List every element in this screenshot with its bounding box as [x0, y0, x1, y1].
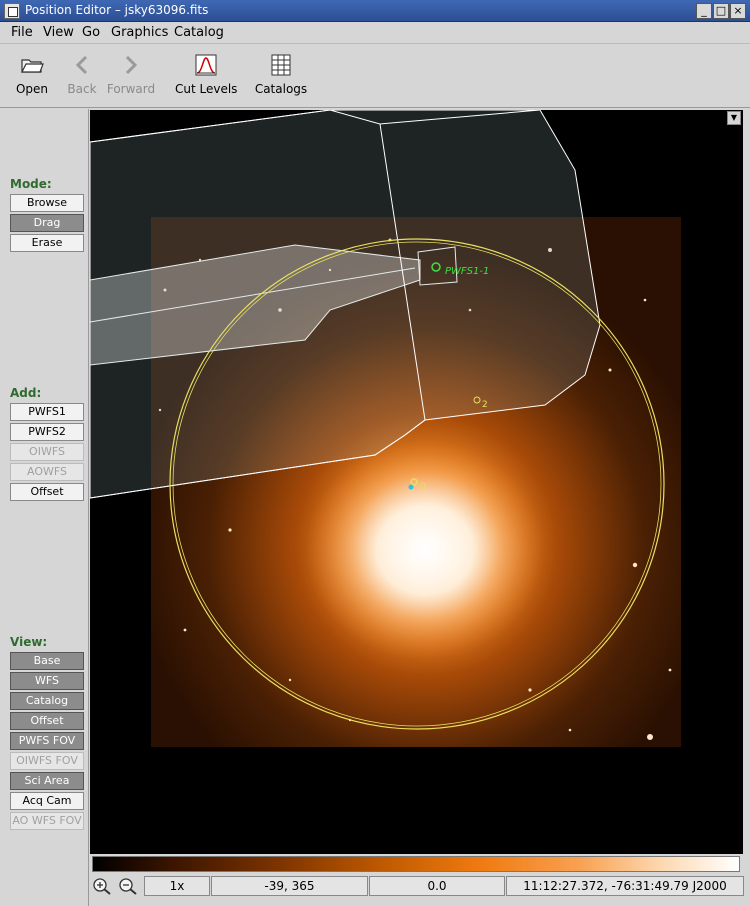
zoom-in-icon[interactable] [92, 877, 112, 895]
menu-graphics[interactable]: Graphics [111, 25, 168, 40]
cut-levels-icon [195, 54, 217, 76]
view-wfs-toggle[interactable]: WFS [10, 672, 84, 690]
sky-image[interactable]: PWFS1-1 2 0 [90, 110, 743, 854]
back-button[interactable]: Back [64, 52, 100, 96]
menu-file[interactable]: File [11, 25, 33, 40]
catalogs-button[interactable]: Catalogs [254, 52, 308, 96]
offset-position-marker[interactable] [408, 484, 414, 490]
title-bar: Position Editor – jsky63096.fits _ □ × [0, 0, 750, 22]
zoom-out-icon[interactable] [118, 877, 138, 895]
cut-levels-label: Cut Levels [175, 82, 238, 96]
pixel-coords: -39, 365 [211, 876, 368, 896]
view-acq-cam-toggle[interactable]: Acq Cam [10, 792, 84, 810]
add-aowfs-button[interactable]: AOWFS [10, 463, 84, 481]
pwfs1-label: PWFS1-1 [445, 266, 489, 277]
add-label: Add: [10, 386, 42, 400]
forward-label: Forward [106, 82, 156, 96]
view-base-toggle[interactable]: Base [10, 652, 84, 670]
add-offset-button[interactable]: Offset [10, 483, 84, 501]
menu-catalog[interactable]: Catalog [174, 25, 224, 40]
zoom-level: 1x [144, 876, 210, 896]
cut-levels-button[interactable]: Cut Levels [175, 52, 237, 96]
toolbar: Open Back Forward Cut Levels Catalogs [0, 44, 750, 108]
base-position-label: 0 [420, 482, 426, 492]
add-oiwfs-button[interactable]: OIWFS [10, 443, 84, 461]
add-pwfs1-button[interactable]: PWFS1 [10, 403, 84, 421]
mode-erase-button[interactable]: Erase [10, 234, 84, 252]
menu-bar: File View Go Graphics Catalog [0, 22, 750, 44]
view-oiwfs-fov-toggle[interactable]: OIWFS FOV [10, 752, 84, 770]
view-sci-area-toggle[interactable]: Sci Area [10, 772, 84, 790]
image-canvas[interactable]: PWFS1-1 2 0 [90, 110, 743, 854]
status-bar: 1x -39, 365 0.0 11:12:27.372, -76:31:49.… [90, 874, 745, 898]
open-folder-icon [21, 59, 44, 73]
view-catalog-toggle[interactable]: Catalog [10, 692, 84, 710]
menu-view[interactable]: View [43, 25, 74, 40]
back-label: Back [67, 82, 97, 96]
minimize-button[interactable]: _ [696, 3, 712, 19]
mode-browse-button[interactable]: Browse [10, 194, 84, 212]
open-button[interactable]: Open [14, 52, 50, 96]
world-coords: 11:12:27.372, -76:31:49.79 J2000 [506, 876, 744, 896]
left-panel: Mode: Browse Drag Erase Add: PWFS1 PWFS2… [0, 109, 89, 906]
view-ao-wfs-fov-toggle[interactable]: AO WFS FOV [10, 812, 84, 830]
catalogs-label: Catalogs [254, 82, 308, 96]
menu-go[interactable]: Go [82, 25, 100, 40]
colorbar[interactable] [92, 856, 740, 872]
window-title: Position Editor – jsky63096.fits [25, 3, 209, 17]
forward-button[interactable]: Forward [106, 52, 156, 96]
pixel-value: 0.0 [369, 876, 505, 896]
back-arrow-icon [75, 55, 88, 75]
maximize-button[interactable]: □ [713, 3, 729, 19]
nebula-core [305, 440, 545, 660]
add-pwfs2-button[interactable]: PWFS2 [10, 423, 84, 441]
catalog-star-label: 2 [482, 400, 488, 410]
open-label: Open [15, 82, 49, 96]
image-menu-button[interactable]: ▼ [727, 111, 741, 125]
catalogs-icon [271, 54, 291, 76]
app-icon[interactable] [4, 3, 20, 19]
view-label: View: [10, 635, 48, 649]
mode-label: Mode: [10, 177, 52, 191]
forward-arrow-icon [125, 55, 138, 75]
view-offset-toggle[interactable]: Offset [10, 712, 84, 730]
mode-drag-button[interactable]: Drag [10, 214, 84, 232]
close-button[interactable]: × [730, 3, 746, 19]
view-pwfs-fov-toggle[interactable]: PWFS FOV [10, 732, 84, 750]
